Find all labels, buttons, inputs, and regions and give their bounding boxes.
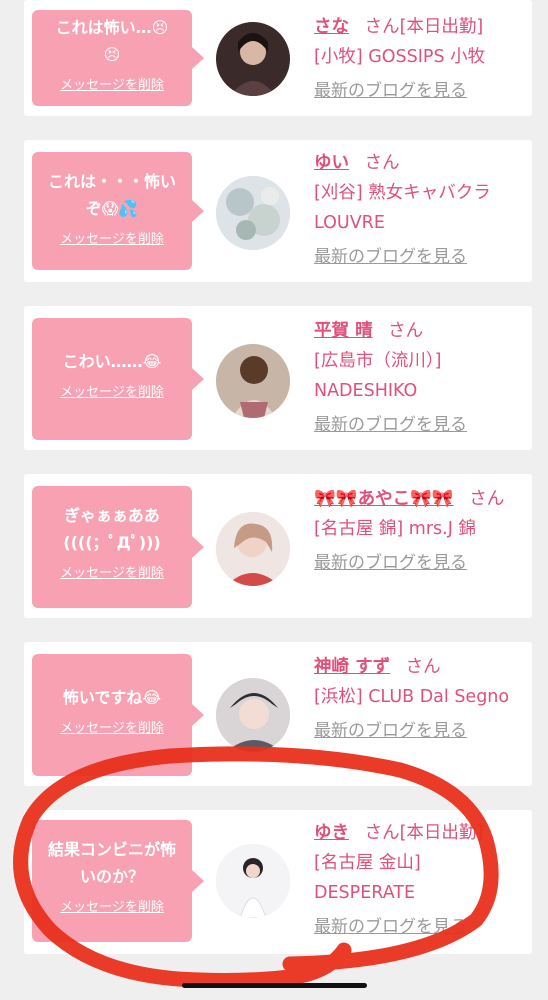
work-status-badge: [本日出勤] (399, 823, 484, 843)
avatar[interactable] (216, 344, 290, 418)
cast-info: ゆい さん [刈谷] 熟女キャバクラ LOUVRE 最新のブログを見る (314, 148, 524, 272)
delete-message-link[interactable]: メッセージを削除 (60, 381, 164, 400)
delete-message-link[interactable]: メッセージを削除 (60, 228, 164, 247)
message-bubble: 結果コンビニが怖 いのか？ メッセージを削除 (32, 820, 204, 942)
shop-name: [名古屋 錦] mrs.J 錦 (314, 519, 476, 539)
avatar[interactable] (216, 844, 290, 918)
message-bubble: これは怖い…😣 😣 メッセージを削除 (32, 10, 204, 106)
avatar-photo-flowers (216, 176, 290, 250)
latest-blog-link[interactable]: 最新のブログを見る (314, 548, 524, 578)
honorific: さん (364, 823, 400, 843)
avatar-photo-portrait (216, 512, 290, 586)
shop-name: [広島市（流川）] NADESHIKO (314, 351, 442, 401)
latest-blog-link[interactable]: 最新のブログを見る (314, 716, 524, 746)
message-text: ぎゃぁぁああ ((((；ﾟДﾟ))) (63, 506, 161, 552)
avatar[interactable] (216, 512, 290, 586)
message-bubble: これは・・・怖い ぞ😱💦 メッセージを削除 (32, 152, 204, 270)
shop-name: [刈谷] 熟女キャバクラ LOUVRE (314, 183, 491, 233)
list-item: 怖いですね😂 メッセージを削除 神崎 すず さん [浜松] CLUB Dal S… (24, 642, 532, 786)
avatar-photo-white-dress (216, 844, 290, 918)
cast-name-link[interactable]: 🎀🎀あやこ🎀🎀 (314, 489, 454, 509)
honorific: さん (388, 321, 424, 341)
delete-message-link[interactable]: メッセージを削除 (60, 896, 164, 915)
latest-blog-link[interactable]: 最新のブログを見る (314, 76, 524, 106)
avatar-photo-dark-hair (216, 22, 290, 96)
cast-info: 神崎 すず さん [浜松] CLUB Dal Segno 最新のブログを見る (314, 652, 524, 746)
delete-message-link[interactable]: メッセージを削除 (60, 562, 164, 581)
message-text: 怖いですね😂 (62, 688, 162, 707)
avatar[interactable] (216, 176, 290, 250)
latest-blog-link[interactable]: 最新のブログを見る (314, 242, 524, 272)
avatar-photo-kimono (216, 344, 290, 418)
latest-blog-link[interactable]: 最新のブログを見る (314, 410, 524, 440)
cast-name-link[interactable]: さな (314, 17, 349, 37)
message-text: これは・・・怖い ぞ😱💦 (47, 172, 176, 218)
cast-info: 🎀🎀あやこ🎀🎀 さん [名古屋 錦] mrs.J 錦 最新のブログを見る (314, 484, 524, 578)
latest-blog-link[interactable]: 最新のブログを見る (314, 912, 524, 942)
delete-message-link[interactable]: メッセージを削除 (60, 717, 164, 736)
list-item: これは・・・怖い ぞ😱💦 メッセージを削除 ゆい さん [刈谷] 熟女キャバクラ… (24, 140, 532, 282)
cast-name-link[interactable]: 平賀 晴 (314, 321, 373, 341)
message-bubble: ぎゃぁぁああ ((((；ﾟДﾟ))) メッセージを削除 (32, 486, 204, 608)
delete-message-link[interactable]: メッセージを削除 (60, 74, 164, 93)
shop-name: [浜松] CLUB Dal Segno (314, 687, 510, 707)
shop-name: [名古屋 金山] DESPERATE (314, 853, 421, 903)
message-bubble: 怖いですね😂 メッセージを削除 (32, 654, 204, 776)
home-indicator[interactable] (182, 983, 367, 988)
shop-name: [小牧] GOSSIPS 小牧 (314, 47, 486, 67)
avatar[interactable] (216, 678, 290, 752)
message-bubble: こわい……😂 メッセージを削除 (32, 318, 204, 440)
honorific: さん (364, 153, 400, 173)
message-text: これは怖い…😣 😣 (55, 18, 169, 64)
avatar[interactable] (216, 22, 290, 96)
message-text: 結果コンビニが怖 いのか？ (47, 840, 176, 886)
honorific: さん (405, 657, 441, 677)
message-text: こわい……😂 (62, 352, 162, 371)
work-status-badge: [本日出勤] (399, 17, 484, 37)
list-item: 結果コンビニが怖 いのか？ メッセージを削除 ゆき さん[本日出勤] [名古屋 … (24, 810, 532, 954)
cast-name-link[interactable]: ゆい (314, 153, 349, 173)
cast-name-link[interactable]: ゆき (314, 823, 349, 843)
list-item: これは怖い…😣 😣 メッセージを削除 さな さん[本日出勤] [小牧] GOSS… (24, 0, 532, 116)
honorific: さん (364, 17, 400, 37)
cast-name-link[interactable]: 神崎 すず (314, 657, 390, 677)
list-item: ぎゃぁぁああ ((((；ﾟДﾟ))) メッセージを削除 🎀🎀あやこ🎀🎀 さん [… (24, 474, 532, 618)
list-item: こわい……😂 メッセージを削除 平賀 晴 さん [広島市（流川）] NADESH… (24, 306, 532, 450)
honorific: さん (469, 489, 505, 509)
cast-info: さな さん[本日出勤] [小牧] GOSSIPS 小牧 最新のブログを見る (314, 12, 524, 106)
avatar-photo-headdress (216, 678, 290, 752)
cast-info: 平賀 晴 さん [広島市（流川）] NADESHIKO 最新のブログを見る (314, 316, 524, 440)
cast-info: ゆき さん[本日出勤] [名古屋 金山] DESPERATE 最新のブログを見る (314, 818, 524, 942)
